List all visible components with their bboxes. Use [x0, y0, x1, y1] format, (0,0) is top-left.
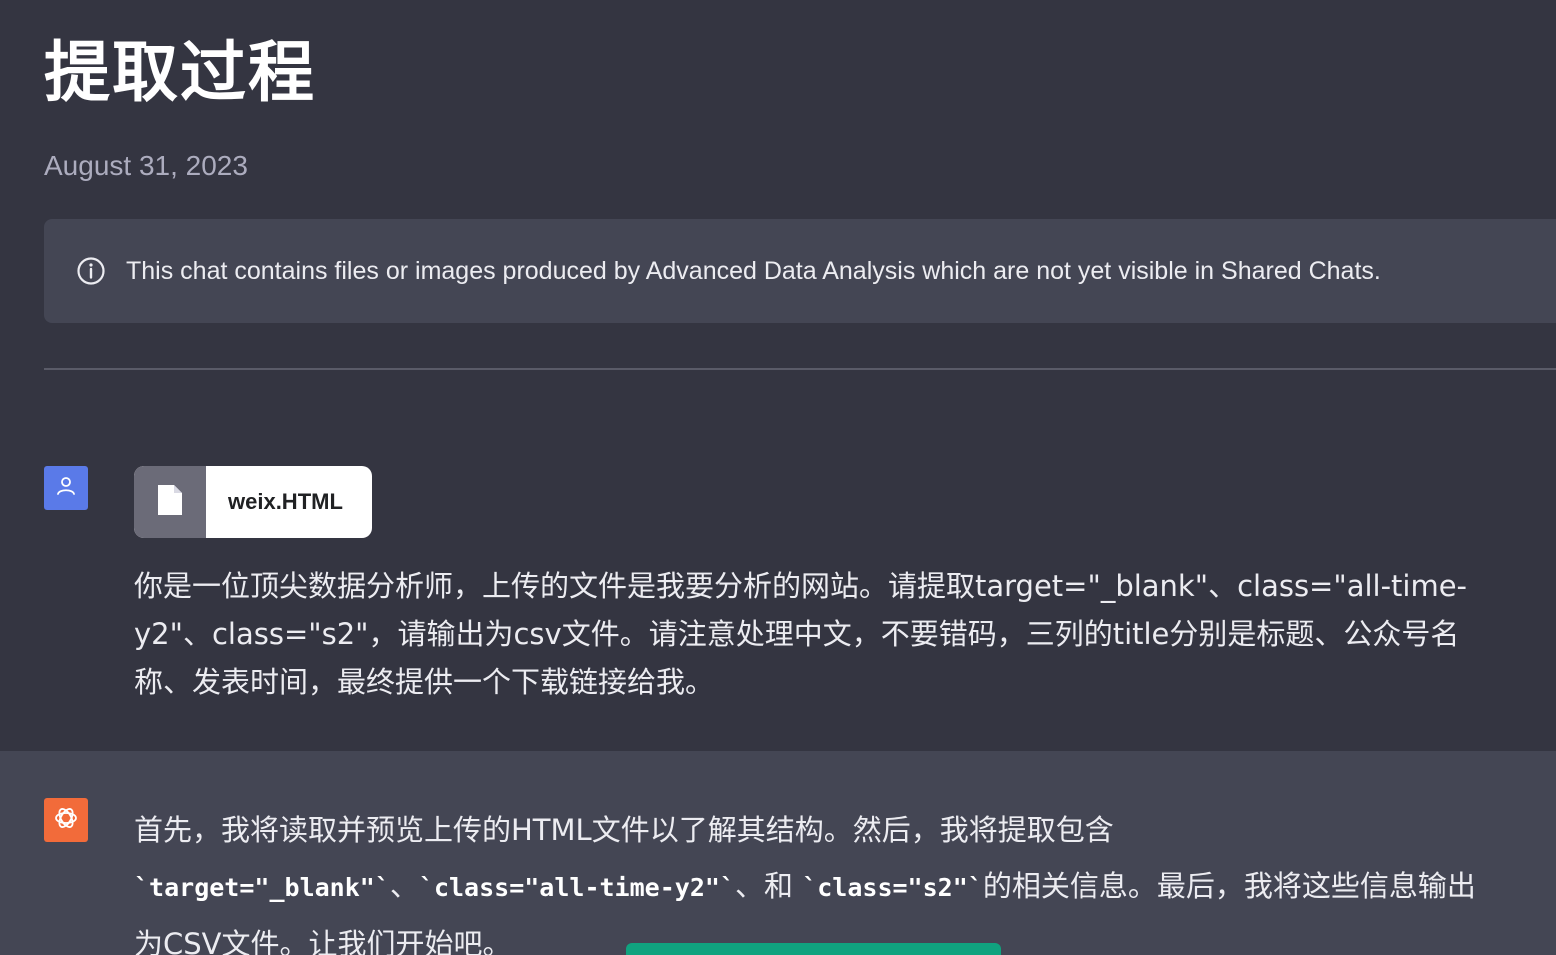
openai-logo-icon — [52, 804, 80, 836]
analysis-status-strip[interactable] — [626, 943, 1001, 955]
inline-code-class-s2: `class="s2"` — [802, 873, 983, 902]
separator: 、和 — [734, 869, 803, 903]
user-icon — [55, 475, 77, 501]
inline-code-class-all-time: `class="all-time-y2"` — [418, 873, 735, 902]
file-attachment[interactable]: weix.HTML — [134, 466, 372, 538]
separator: 、 — [389, 869, 419, 903]
divider — [44, 368, 1556, 370]
file-icon-box — [134, 466, 206, 538]
user-message-text: 你是一位顶尖数据分析师，上传的文件是我要分析的网站。请提取target="_bl… — [134, 569, 1468, 699]
assistant-message-text: 首先，我将读取并预览上传的HTML文件以了解其结构。然后，我将提取包含 `targ… — [134, 802, 1494, 955]
file-icon — [156, 483, 184, 521]
chat-date: August 31, 2023 — [44, 150, 248, 181]
shared-chat-notice: This chat contains files or images produ… — [44, 219, 1556, 323]
shared-chat-page: 提取过程 August 31, 2023 This chat contains … — [0, 0, 1556, 955]
assistant-avatar — [44, 798, 88, 842]
file-name: weix.HTML — [228, 489, 343, 514]
notice-text: This chat contains files or images produ… — [126, 256, 1381, 285]
page-title: 提取过程 — [44, 34, 316, 111]
inline-code-target: `target="_blank"` — [134, 873, 390, 902]
assistant-line1: 首先，我将读取并预览上传的HTML文件以了解其结构。然后，我将提取包含 — [134, 813, 1114, 847]
info-icon — [76, 256, 106, 286]
user-avatar — [44, 466, 88, 510]
